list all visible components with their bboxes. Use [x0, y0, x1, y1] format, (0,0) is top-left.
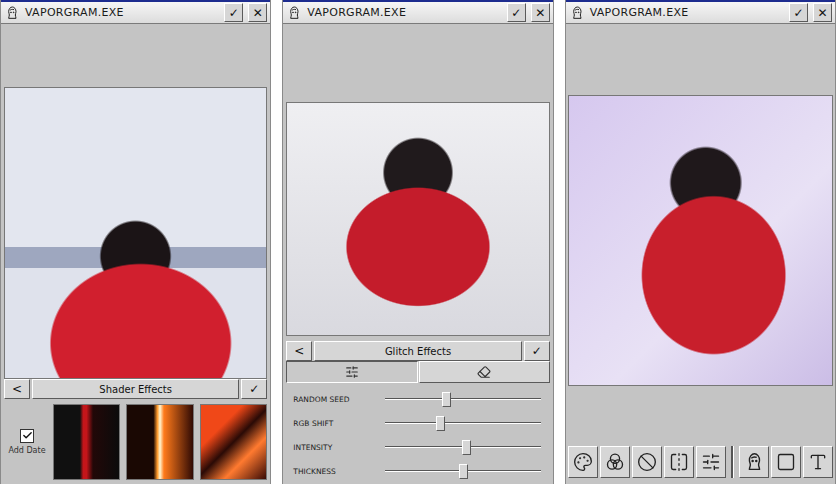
apply-button[interactable]: ✓: [241, 379, 267, 399]
tool-bar: [566, 440, 835, 484]
eraser-icon: [477, 365, 491, 379]
title-bar: VAPORGRAM.EXE ✓ ✕: [283, 0, 552, 24]
confirm-button[interactable]: ✓: [789, 3, 808, 22]
title-bar: VAPORGRAM.EXE ✓ ✕: [1, 0, 270, 24]
check-icon: [22, 430, 33, 441]
tool-button[interactable]: [696, 446, 726, 478]
slider-knob[interactable]: [459, 464, 468, 479]
tool-button[interactable]: [803, 446, 833, 478]
slider-track[interactable]: [385, 440, 540, 454]
blend-circles-icon: [605, 452, 625, 472]
frame-icon: [776, 452, 796, 472]
shader-thumbnail[interactable]: [200, 404, 267, 480]
slider-knob[interactable]: [442, 392, 451, 407]
tool-button[interactable]: [600, 446, 630, 478]
tool-button[interactable]: [568, 446, 598, 478]
screenshots: VAPORGRAM.EXE✓✕<Shader Effects✓Add DateV…: [0, 0, 836, 484]
slider-track[interactable]: [385, 392, 540, 406]
effects-header: <Glitch Effects✓: [286, 341, 549, 361]
effects-header: <Shader Effects✓: [4, 379, 267, 399]
tab[interactable]: [286, 361, 417, 383]
tab-bar: [286, 361, 549, 383]
slider-label: RANDOM SEED: [293, 395, 385, 404]
photo: [568, 95, 833, 386]
app-statue-icon: [4, 5, 20, 21]
tool-button[interactable]: [664, 446, 694, 478]
tool-button[interactable]: [739, 446, 769, 478]
tool-separator: [731, 446, 734, 478]
shader-thumbnail[interactable]: [126, 404, 193, 480]
close-button[interactable]: ✕: [531, 3, 550, 22]
app-window: VAPORGRAM.EXE ✓ ✕: [565, 0, 836, 484]
checkbox-label: Add Date: [8, 446, 45, 455]
confirm-button[interactable]: ✓: [507, 3, 526, 22]
text-icon: [808, 452, 828, 472]
slider-row: THICKNESS: [283, 459, 552, 483]
close-button[interactable]: ✕: [813, 3, 832, 22]
statue-icon: [743, 451, 765, 473]
slider-track[interactable]: [385, 416, 540, 430]
window-title: VAPORGRAM.EXE: [25, 6, 219, 19]
slider-list: RANDOM SEED RGB SHIFT INTENSITY THICKNESS: [283, 383, 552, 484]
window-title: VAPORGRAM.EXE: [590, 6, 784, 19]
apply-button[interactable]: ✓: [524, 341, 550, 361]
slash-circle-icon: [637, 452, 657, 472]
app-statue-icon: [569, 5, 585, 21]
tool-button[interactable]: [771, 446, 801, 478]
add-date-checkbox[interactable]: Add Date: [7, 429, 47, 455]
checkbox[interactable]: [20, 429, 34, 443]
slider-track[interactable]: [385, 464, 540, 478]
title-bar: VAPORGRAM.EXE ✓ ✕: [566, 0, 835, 24]
slider-label: RGB SHIFT: [293, 419, 385, 428]
photo: [286, 102, 549, 336]
sliders-icon: [345, 365, 359, 379]
slider-label: THICKNESS: [293, 467, 385, 476]
flip-icon: [669, 452, 689, 472]
photo: [4, 87, 267, 379]
tab[interactable]: [419, 361, 550, 383]
effects-title: Glitch Effects: [314, 341, 521, 361]
back-button[interactable]: <: [286, 341, 312, 361]
close-button[interactable]: ✕: [248, 3, 267, 22]
slider-row: INTENSITY: [283, 435, 552, 459]
window-title: VAPORGRAM.EXE: [307, 6, 501, 19]
sliders-icon: [701, 452, 721, 472]
app-window: VAPORGRAM.EXE✓✕<Shader Effects✓Add Date: [0, 0, 271, 484]
slider-knob[interactable]: [462, 440, 471, 455]
slider-row: RGB SHIFT: [283, 411, 552, 435]
back-button[interactable]: <: [4, 379, 30, 399]
palette-icon: [573, 452, 593, 472]
app-window: VAPORGRAM.EXE✓✕<Glitch Effects✓RANDOM SE…: [282, 0, 553, 484]
slider-label: INTENSITY: [293, 443, 385, 452]
confirm-button[interactable]: ✓: [224, 3, 243, 22]
tool-button[interactable]: [632, 446, 662, 478]
shader-list: Add Date: [1, 399, 270, 484]
shader-thumbnail[interactable]: [53, 404, 120, 480]
slider-row: RANDOM SEED: [283, 387, 552, 411]
effects-title: Shader Effects: [32, 379, 239, 399]
slider-knob[interactable]: [436, 416, 445, 431]
app-statue-icon: [286, 5, 302, 21]
